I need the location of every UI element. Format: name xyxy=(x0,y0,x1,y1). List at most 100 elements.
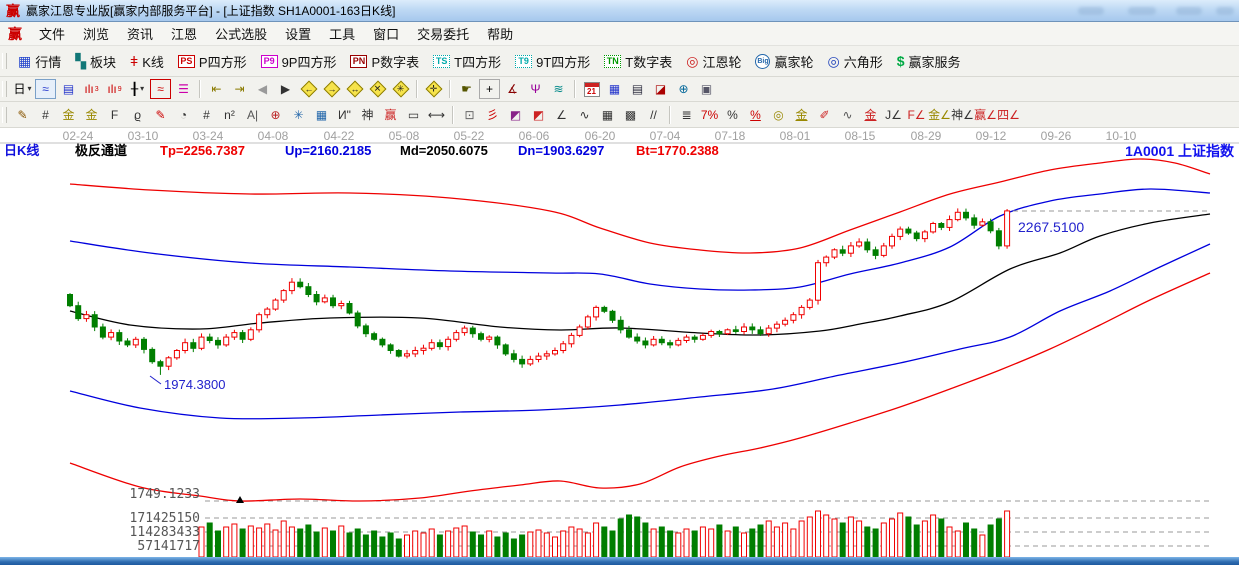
calculator-icon[interactable]: ▦ xyxy=(604,79,625,99)
angle-measure-icon[interactable]: ∡ xyxy=(502,79,523,99)
toolbar-button-hexagon[interactable]: ◎六角形 xyxy=(820,49,889,73)
win-grid-icon[interactable]: 赢 xyxy=(380,105,401,125)
page-right-icon[interactable]: ▶ xyxy=(275,79,296,99)
gold-grid-2-icon[interactable]: 金 xyxy=(81,105,102,125)
gold-grid-1-icon[interactable]: 金 xyxy=(58,105,79,125)
toolbar-button-quotes[interactable]: ▦行情 xyxy=(11,49,68,73)
h-measure-icon[interactable]: ⟷ xyxy=(426,105,447,125)
draw-pencil-icon[interactable]: ✎ xyxy=(12,105,33,125)
toolbar-button-p-square[interactable]: PSP四方形 xyxy=(171,49,254,73)
grid-dense-icon[interactable]: ▦ xyxy=(597,105,618,125)
a-channel-icon[interactable]: A| xyxy=(242,105,263,125)
menu-item-帮助[interactable]: 帮助 xyxy=(478,22,522,45)
gold-under-red-icon[interactable]: 金 xyxy=(860,105,881,125)
menu-item-交易委托[interactable]: 交易委托 xyxy=(408,22,478,45)
grid-tool-2-icon[interactable]: # xyxy=(196,105,217,125)
channel-line-bt xyxy=(70,273,1210,501)
date-axis-label: 04-22 xyxy=(324,129,355,143)
toolbar-button-9p-square[interactable]: P99P四方形 xyxy=(254,49,344,73)
menu-item-文件[interactable]: 文件 xyxy=(30,22,74,45)
v-wave-icon[interactable]: ∿ xyxy=(574,105,595,125)
gann-tool-icon[interactable]: Ψ xyxy=(525,79,546,99)
goto-first-icon[interactable]: ⇤ xyxy=(206,79,227,99)
fan-red-icon[interactable]: 彡 xyxy=(482,105,503,125)
fan-box-red-icon[interactable]: ◩ xyxy=(528,105,549,125)
info-panel-icon[interactable]: ▤ xyxy=(58,79,79,99)
spiral-tool-icon[interactable]: ϱ xyxy=(127,105,148,125)
expand-bars-icon[interactable]: ✳ xyxy=(390,79,411,99)
parallel-lines-icon[interactable]: // xyxy=(643,105,664,125)
menu-item-工具[interactable]: 工具 xyxy=(320,22,364,45)
t-table-icon: TN xyxy=(604,55,621,68)
menu-item-公式选股[interactable]: 公式选股 xyxy=(206,22,276,45)
menu-item-窗口[interactable]: 窗口 xyxy=(364,22,408,45)
grid-3-icon[interactable]: ılı3 xyxy=(81,79,102,99)
notepad-icon[interactable]: ▤ xyxy=(627,79,648,99)
ruler-icon[interactable]: ▭ xyxy=(403,105,424,125)
percent-icon[interactable]: % xyxy=(722,105,743,125)
angle-rays-icon[interactable]: ∠ xyxy=(551,105,572,125)
goto-last-icon[interactable]: ⇥ xyxy=(229,79,250,99)
menu-items: 文件浏览资讯江恩公式选股设置工具窗口交易委托帮助 xyxy=(30,22,522,45)
four-angle-icon[interactable]: 四∠ xyxy=(998,105,1019,125)
gold-circle-icon[interactable]: ◎ xyxy=(768,105,789,125)
toolbar-button-kline[interactable]: ǂK线 xyxy=(123,49,171,73)
time-circle-icon[interactable]: ◔ xyxy=(173,105,194,125)
star-grid-icon[interactable]: ✳ xyxy=(288,105,309,125)
net-sync-icon[interactable]: ⊕ xyxy=(673,79,694,99)
box-grid-icon[interactable]: ▦ xyxy=(311,105,332,125)
toolbar-button-sectors[interactable]: ▚板块 xyxy=(68,49,123,73)
menu-item-江恩[interactable]: 江恩 xyxy=(162,22,206,45)
grid-9-icon[interactable]: ılı9 xyxy=(104,79,125,99)
menu-item-设置[interactable]: 设置 xyxy=(276,22,320,45)
toolbar-button-t-square[interactable]: TST四方形 xyxy=(426,49,508,73)
percent-red-icon[interactable]: 7% xyxy=(699,105,720,125)
shen-angle-icon[interactable]: 神∠ xyxy=(952,105,973,125)
box-lines-icon[interactable]: ⊡ xyxy=(459,105,480,125)
percent-under-icon[interactable]: % xyxy=(745,105,766,125)
f-grid-icon[interactable]: F xyxy=(104,105,125,125)
chart-canvas[interactable]: 02-2403-1003-2404-0804-2205-0805-2206-06… xyxy=(0,128,1239,557)
j-angle-icon[interactable]: J∠ xyxy=(883,105,904,125)
wave-tool-icon[interactable]: ≋ xyxy=(548,79,569,99)
candle-style-icon[interactable]: ╂▾ xyxy=(127,79,148,99)
toolbar-button-gann-wheel[interactable]: ◎江恩轮 xyxy=(679,49,748,73)
shift-left-icon[interactable]: ← xyxy=(298,79,319,99)
grid-tool-icon[interactable]: # xyxy=(35,105,56,125)
grid-arrow-icon[interactable]: ▩ xyxy=(620,105,641,125)
price-bars-icon[interactable]: ≣ xyxy=(676,105,697,125)
shift-right-icon[interactable]: → xyxy=(321,79,342,99)
calendar-icon[interactable]: 21 xyxy=(581,79,602,99)
toolbar-button-p-table[interactable]: PNP数字表 xyxy=(343,49,426,73)
f-angle-icon[interactable]: F∠ xyxy=(906,105,927,125)
save-icon[interactable]: ◪ xyxy=(650,79,671,99)
pan-hand-icon[interactable]: ☛ xyxy=(456,79,477,99)
crosshair-icon[interactable]: + xyxy=(479,79,500,99)
draw-mode-icon[interactable]: ≈ xyxy=(150,79,171,99)
wave-overlay-icon[interactable]: ∿ xyxy=(837,105,858,125)
gold-line-icon[interactable]: 金 xyxy=(791,105,812,125)
remote-pc-icon[interactable]: ▣ xyxy=(696,79,717,99)
red-pencil-icon[interactable]: ✎ xyxy=(150,105,171,125)
shen-grid-icon[interactable]: 神 xyxy=(357,105,378,125)
win-angle-icon[interactable]: 赢∠ xyxy=(975,105,996,125)
k-mark-icon[interactable]: И" xyxy=(334,105,355,125)
n-squared-icon[interactable]: n² xyxy=(219,105,240,125)
volume-profile-icon[interactable]: ☰ xyxy=(173,79,194,99)
brush-red-icon[interactable]: ✐ xyxy=(814,105,835,125)
period-day-icon[interactable]: 日▾ xyxy=(12,79,33,99)
page-left-icon[interactable]: ◀ xyxy=(252,79,273,99)
circle-cross-icon[interactable]: ⊕ xyxy=(265,105,286,125)
zoom-horizontal-icon[interactable]: ↔ xyxy=(344,79,365,99)
toolbar-button-t-table[interactable]: TNT数字表 xyxy=(597,49,679,73)
zoom-all-icon[interactable]: ✛ xyxy=(423,79,444,99)
line-chart-mode-icon[interactable]: ≈ xyxy=(35,79,56,99)
toolbar-button-winner-service[interactable]: $赢家服务 xyxy=(890,49,968,73)
gold-angle-icon[interactable]: 金∠ xyxy=(929,105,950,125)
menu-item-资讯[interactable]: 资讯 xyxy=(118,22,162,45)
compress-bars-icon[interactable]: ✕ xyxy=(367,79,388,99)
toolbar-button-9t-square[interactable]: T99T四方形 xyxy=(508,49,597,73)
menu-item-浏览[interactable]: 浏览 xyxy=(74,22,118,45)
toolbar-button-winner-wheel[interactable]: Big赢家轮 xyxy=(748,49,820,73)
fan-box-purple-icon[interactable]: ◩ xyxy=(505,105,526,125)
